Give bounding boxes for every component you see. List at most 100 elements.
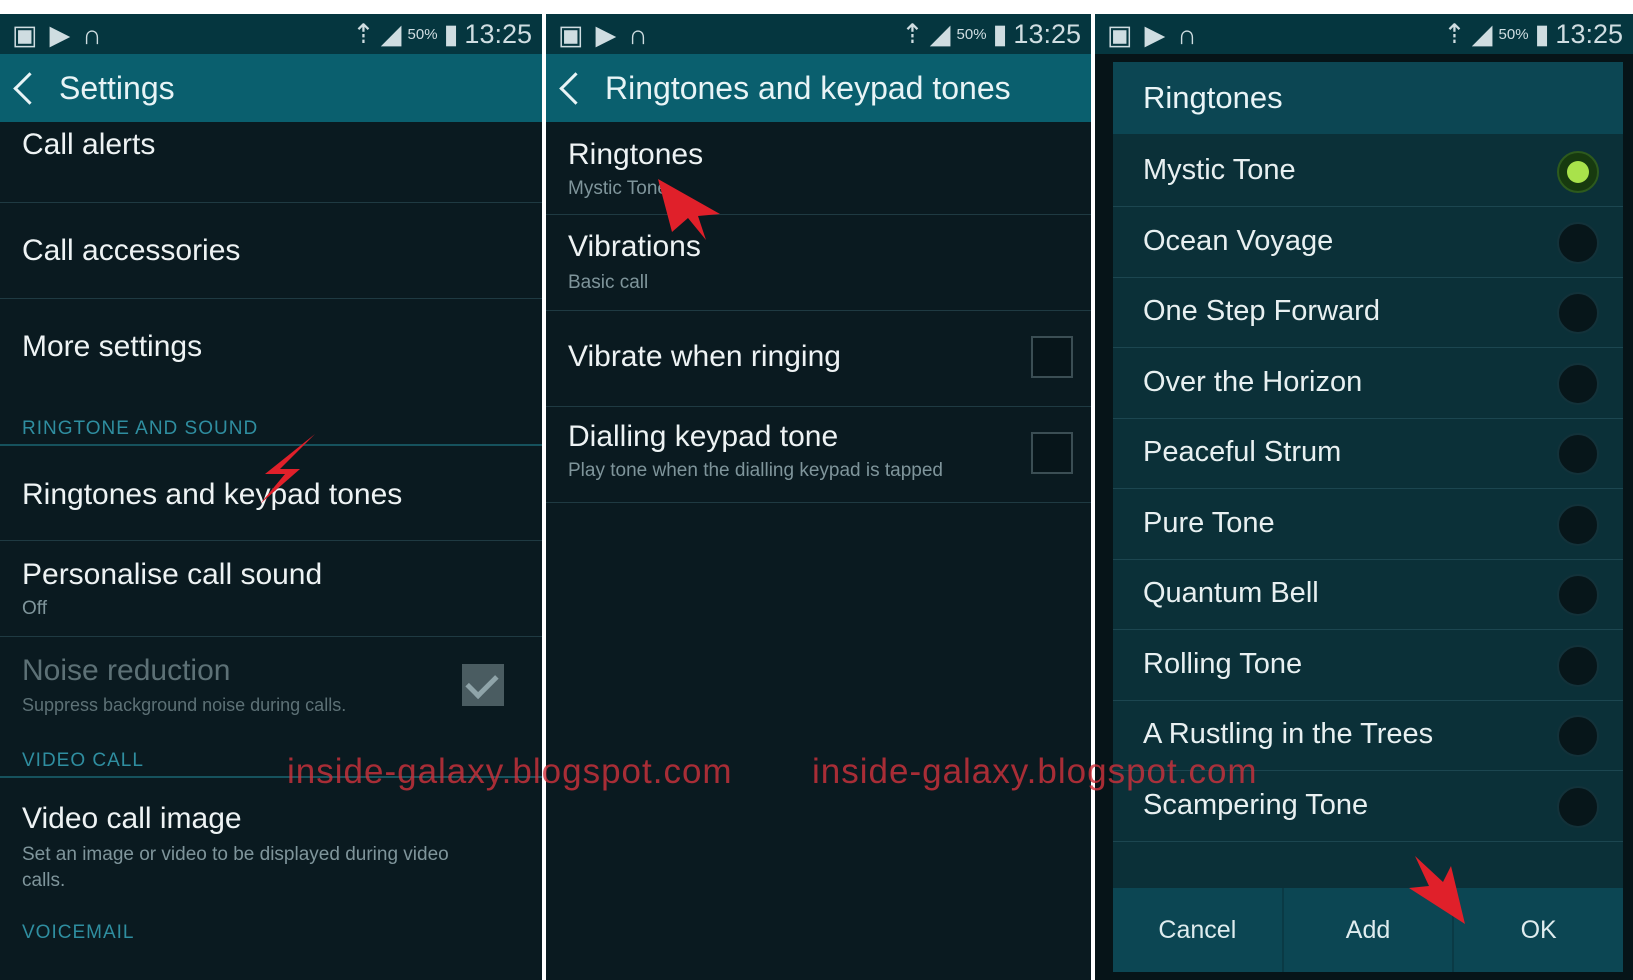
ringtone-option-label: Ocean Voyage — [1143, 224, 1334, 257]
dialling-keypad-tone-checkbox[interactable] — [1031, 432, 1073, 474]
list-item-personalise-call-sound[interactable]: Personalise call sound Off — [0, 540, 542, 637]
item-title: Ringtones and keypad tones — [22, 478, 403, 511]
vibrate-when-ringing-checkbox[interactable] — [1031, 336, 1073, 378]
radio-button[interactable] — [1557, 292, 1599, 334]
section-header-ringtone: RINGTONE AND SOUND — [22, 418, 259, 439]
check-icon — [465, 665, 499, 700]
ringtones-dialog-screen: ▣ ▶ ∩ ⇡ ◢ 50% ▮ 13:25 Ringtones Mystic T… — [1095, 14, 1633, 980]
ringtone-option-label: Pure Tone — [1143, 506, 1275, 539]
item-subtitle: Basic call — [568, 272, 649, 293]
ringtone-option[interactable]: Ocean Voyage — [1113, 205, 1623, 278]
radio-button[interactable] — [1557, 574, 1599, 616]
ringtone-option[interactable]: Mystic Tone — [1113, 134, 1623, 207]
back-arrow-icon[interactable] — [13, 71, 46, 105]
dialog-button-bar: Cancel Add OK — [1113, 888, 1623, 972]
radio-button[interactable] — [1557, 433, 1599, 475]
item-subtitle: Mystic Tone — [568, 178, 668, 199]
ringtone-option-label: Scampering Tone — [1143, 788, 1369, 821]
item-title: Call alerts — [22, 128, 156, 161]
radio-button[interactable] — [1557, 362, 1599, 405]
ringtone-option-label: One Step Forward — [1143, 295, 1380, 327]
radio-button[interactable] — [1557, 503, 1599, 546]
ringtone-option[interactable]: Rolling Tone — [1113, 628, 1623, 701]
gallery-icon: ▣ — [1107, 20, 1133, 50]
settings-list: Call alerts Call accessories More settin… — [0, 122, 542, 980]
item-title: More settings — [22, 330, 203, 363]
clock: 13:25 — [464, 19, 532, 49]
radio-button[interactable] — [1557, 715, 1599, 757]
page-title: Settings — [59, 69, 175, 106]
signal-icon: ◢ — [1471, 19, 1493, 49]
page-title: Ringtones and keypad tones — [605, 69, 1011, 106]
battery-icon: ▮ — [992, 19, 1008, 49]
item-title: Call accessories — [22, 234, 241, 267]
battery-icon: ▮ — [443, 19, 459, 49]
radio-button[interactable] — [1557, 644, 1599, 687]
pointer-arrow-icon — [1409, 856, 1465, 924]
ringtones-dialog: Ringtones Mystic Tone Ocean Voyage One Ste… — [1113, 62, 1623, 972]
battery-level: 50% — [956, 26, 987, 43]
ok-button[interactable]: OK — [1454, 888, 1623, 972]
play-icon: ▶ — [1144, 20, 1166, 50]
ringtone-option-label: Peaceful Strum — [1143, 436, 1342, 468]
item-title: Personalise call sound — [22, 558, 323, 591]
section-header-voicemail: VOICEMAIL — [22, 922, 135, 943]
wifi-icon: ⇡ — [901, 19, 924, 49]
action-bar: Ringtones and keypad tones — [546, 54, 1091, 122]
list-item-ringtones[interactable]: Ringtones Mystic Tone — [546, 122, 1091, 215]
watermark-text: inside-galaxy.blogspot.com — [812, 752, 1258, 791]
item-subtitle: Play tone when the dialling keypad is ta… — [568, 460, 943, 481]
headset-icon: ∩ — [1177, 20, 1197, 50]
item-title: Dialling keypad tone — [568, 420, 839, 453]
ringtone-settings-list: Ringtones Mystic Tone Vibrations Basic c… — [546, 122, 1091, 980]
gallery-icon: ▣ — [558, 20, 584, 50]
pointer-arrow-icon — [260, 434, 315, 504]
ringtones-keypad-screen: ▣ ▶ ∩ ⇡ ◢ 50% ▮ 13:25 Ringtones and keyp… — [546, 14, 1091, 980]
ringtone-option[interactable]: Over the Horizon — [1113, 346, 1623, 419]
gallery-icon: ▣ — [12, 20, 38, 50]
list-item-dialling-keypad-tone[interactable]: Dialling keypad tone Play tone when the … — [546, 406, 1091, 503]
item-subtitle: Off — [22, 598, 47, 619]
list-item-call-alerts[interactable]: Call alerts — [0, 122, 542, 203]
back-arrow-icon[interactable] — [559, 71, 592, 105]
item-title: Ringtones — [568, 138, 704, 171]
status-bar: ▣ ▶ ∩ ⇡ ◢ 50% ▮ 13:25 — [546, 14, 1091, 54]
item-subtitle: Suppress background noise during calls. — [22, 695, 347, 715]
list-item-vibrations[interactable]: Vibrations Basic call — [546, 214, 1091, 311]
clock: 13:25 — [1555, 19, 1623, 49]
status-bar: ▣ ▶ ∩ ⇡ ◢ 50% ▮ 13:25 — [1095, 14, 1633, 54]
pointer-arrow-icon — [658, 179, 720, 240]
radio-button[interactable] — [1557, 785, 1599, 828]
list-item-vibrate-when-ringing[interactable]: Vibrate when ringing — [546, 310, 1091, 407]
ringtone-option-label: Mystic Tone — [1143, 154, 1296, 186]
ringtone-option[interactable]: Pure Tone — [1113, 487, 1623, 560]
item-subtitle: Set an image or video to be displayed du… — [22, 844, 449, 891]
item-title: Noise reduction — [22, 654, 231, 687]
settings-screen: ▣ ▶ ∩ ⇡ ◢ 50% ▮ 13:25 Settings Call aler… — [0, 14, 542, 980]
ringtone-option-label: Rolling Tone — [1143, 647, 1303, 680]
list-item-video-call-image[interactable]: Video call image Set an image or video t… — [0, 778, 542, 918]
ringtone-option-label: Quantum Bell — [1143, 577, 1319, 609]
list-item-call-accessories[interactable]: Call accessories — [0, 202, 542, 299]
ringtone-option[interactable]: Quantum Bell — [1113, 557, 1623, 630]
ringtone-option[interactable]: One Step Forward — [1113, 275, 1623, 348]
noise-reduction-checkbox — [462, 664, 504, 706]
signal-icon: ◢ — [929, 19, 951, 49]
cancel-button[interactable]: Cancel — [1113, 888, 1284, 972]
ringtone-option-label: Over the Horizon — [1143, 365, 1363, 398]
radio-button[interactable] — [1557, 221, 1599, 264]
status-bar: ▣ ▶ ∩ ⇡ ◢ 50% ▮ 13:25 — [0, 14, 542, 54]
headset-icon: ∩ — [628, 20, 648, 50]
radio-button[interactable] — [1557, 151, 1599, 193]
wifi-icon: ⇡ — [352, 19, 375, 49]
play-icon: ▶ — [595, 20, 617, 50]
dialog-title: Ringtones — [1113, 62, 1623, 134]
signal-icon: ◢ — [380, 19, 402, 49]
headset-icon: ∩ — [82, 20, 102, 50]
action-bar: Settings — [0, 54, 542, 122]
watermark-text: inside-galaxy.blogspot.com — [287, 752, 733, 791]
ringtone-option[interactable]: Peaceful Strum — [1113, 416, 1623, 489]
list-item-more-settings[interactable]: More settings — [0, 298, 542, 394]
ringtone-option-label: A Rustling in the Trees — [1143, 718, 1434, 750]
clock: 13:25 — [1013, 19, 1081, 49]
